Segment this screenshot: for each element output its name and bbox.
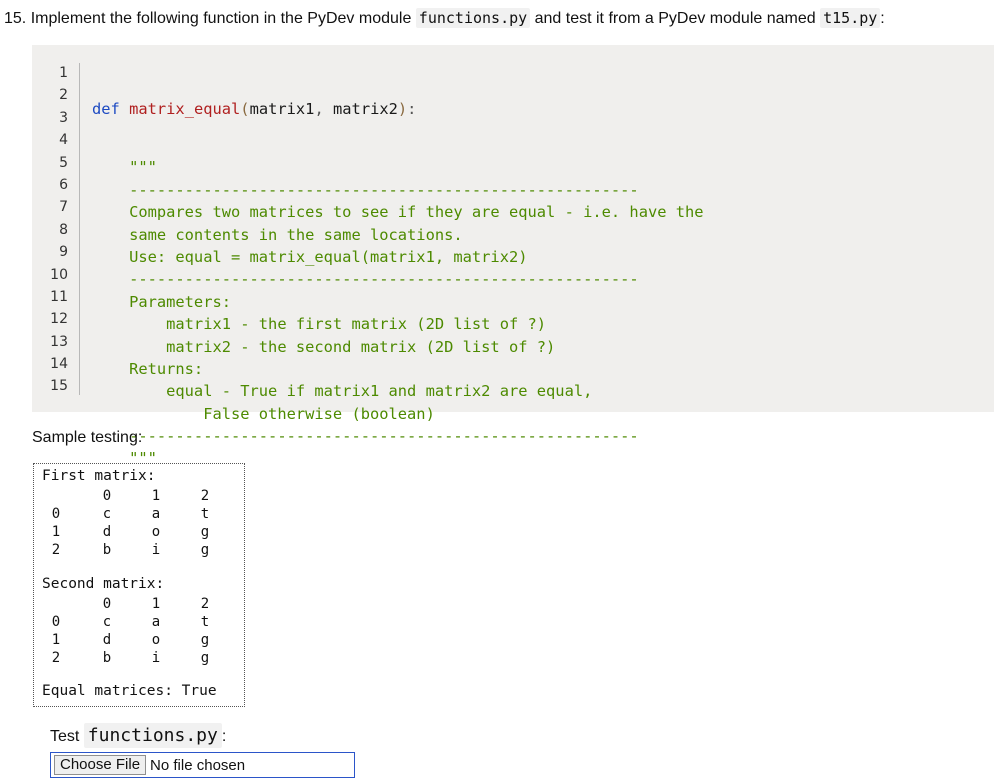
line-number: 14 <box>50 356 68 373</box>
code-line: ----------------------------------------… <box>92 270 639 289</box>
second-matrix-cell: t <box>200 614 210 630</box>
line-number: 9 <box>59 244 68 261</box>
line-number: 15 <box>50 378 68 395</box>
first-matrix-cell: c <box>102 506 112 522</box>
first-matrix-col-header: 1 <box>151 488 161 504</box>
code-line: Parameters: <box>92 292 231 311</box>
sample-testing-label: Sample testing: <box>32 429 143 446</box>
code-block: 1 2 3 4 5 6 7 8 9 10 11 12 13 14 15 def matrix_equal(m… <box>32 45 994 467</box>
line-number: 12 <box>50 311 68 328</box>
second-matrix-row-header: 1 <box>51 632 61 648</box>
line-number: 13 <box>50 333 68 350</box>
module-filename: functions.py <box>415 8 531 28</box>
code-line-def: def matrix_equal(matrix1, matrix2): <box>92 100 417 118</box>
second-matrix-col-header: 1 <box>151 596 161 612</box>
first-matrix-row-header: 2 <box>51 542 61 558</box>
code-lines: def matrix_equal(matrix1, matrix2): """ … <box>92 62 704 470</box>
second-matrix-col-header: 2 <box>200 596 210 612</box>
second-matrix-cell: o <box>151 632 161 648</box>
line-number: 7 <box>59 199 68 216</box>
code-line: False otherwise (boolean) <box>92 404 435 423</box>
code-line: Returns: <box>92 359 204 378</box>
line-number: 2 <box>59 87 68 104</box>
line-number: 3 <box>59 109 68 126</box>
second-matrix-col-header: 0 <box>102 596 112 612</box>
line-number: 4 <box>59 132 68 149</box>
first-matrix-cell: g <box>200 524 210 540</box>
code-line: equal - True if matrix1 and matrix2 are … <box>92 382 593 401</box>
first-matrix-cell: d <box>102 524 112 540</box>
line-number: 11 <box>50 288 68 305</box>
second-matrix-cell: d <box>102 632 112 648</box>
second-matrix-cell: c <box>102 614 112 630</box>
first-matrix-col-header: 0 <box>102 488 112 504</box>
code-line: Compares two matrices to see if they are… <box>92 203 704 222</box>
second-matrix-cell: g <box>200 650 210 666</box>
test-filename: t15.py <box>820 8 881 28</box>
code-line: same contents in the same locations. <box>92 225 463 244</box>
first-matrix-cell: g <box>200 542 210 558</box>
result-text: Equal matrices: True <box>42 683 217 699</box>
code-line: Use: equal = matrix_equal(matrix1, matri… <box>92 247 528 266</box>
sample-output: First matrix: Second matrix: Equal matri… <box>33 463 245 707</box>
first-matrix-cell: i <box>151 542 161 558</box>
file-status: No file chosen <box>150 756 246 774</box>
code-line: matrix1 - the first matrix (2D list of ?… <box>92 315 547 334</box>
file-upload: Choose File No file chosen <box>50 752 355 778</box>
first-matrix-cell: t <box>200 506 210 522</box>
test-module-filename: functions.py <box>83 723 222 748</box>
question-text: 15. Implement the following function in … <box>4 8 885 28</box>
first-matrix-cell: a <box>151 506 161 522</box>
second-matrix-cell: i <box>151 650 161 666</box>
choose-file-button[interactable]: Choose File <box>54 755 147 775</box>
code-line: matrix2 - the second matrix (2D list of … <box>92 337 556 356</box>
first-matrix-cell: o <box>151 524 161 540</box>
first-matrix-cell: b <box>102 542 112 558</box>
code-line: ----------------------------------------… <box>92 180 639 199</box>
first-matrix-row-header: 0 <box>51 506 61 522</box>
second-matrix-cell: g <box>200 632 210 648</box>
line-numbers: 1 2 3 4 5 6 7 8 9 10 11 12 13 14 15 <box>32 62 68 398</box>
second-matrix-row-header: 0 <box>51 614 61 630</box>
second-matrix-cell: b <box>102 650 112 666</box>
test-label: Test functions.py: <box>50 723 227 748</box>
line-number: 10 <box>50 266 68 283</box>
line-number: 8 <box>59 221 68 238</box>
line-number: 5 <box>59 154 68 171</box>
code-line: """ <box>92 158 157 177</box>
line-number: 1 <box>59 65 68 81</box>
first-matrix-col-header: 2 <box>200 488 210 504</box>
gutter-divider <box>79 63 80 395</box>
first-matrix-row-header: 1 <box>51 524 61 540</box>
second-matrix-row-header: 2 <box>51 650 61 666</box>
code-line: ----------------------------------------… <box>92 427 639 446</box>
line-number: 6 <box>59 176 68 193</box>
first-matrix-title: First matrix: <box>42 468 156 484</box>
second-matrix-cell: a <box>151 614 161 630</box>
second-matrix-title: Second matrix: <box>42 576 165 592</box>
